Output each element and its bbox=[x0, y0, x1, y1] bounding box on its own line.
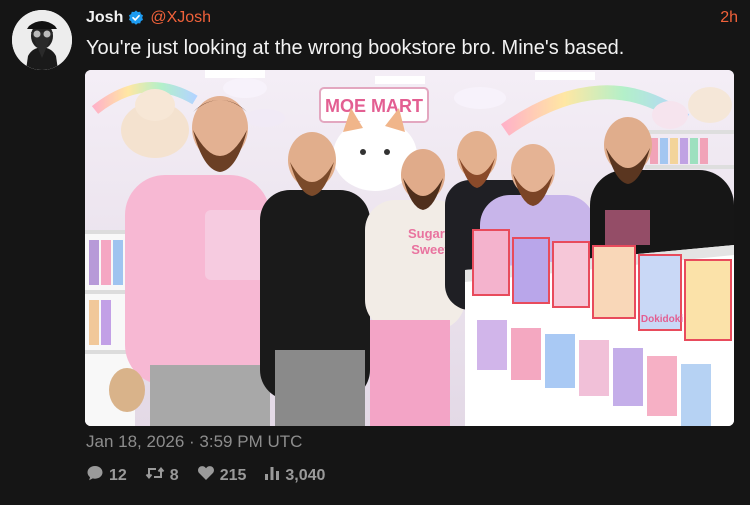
reply-icon bbox=[86, 464, 109, 487]
verified-badge-icon bbox=[128, 10, 144, 26]
like-count: 215 bbox=[219, 466, 247, 484]
avatar[interactable] bbox=[12, 10, 72, 70]
store-sign: MOE MART bbox=[325, 96, 423, 116]
tweet-text: You're just looking at the wrong booksto… bbox=[86, 37, 625, 59]
views-icon bbox=[264, 465, 285, 486]
retweet-stat[interactable]: 8 bbox=[145, 464, 179, 487]
tweet-timestamp[interactable]: Jan 18, 2026 · 3:59 PM UTC bbox=[86, 432, 302, 452]
retweet-count: 8 bbox=[169, 466, 179, 484]
tweet-card: Josh @XJosh 2h You're just looking at th… bbox=[0, 0, 750, 505]
author-name[interactable]: Josh bbox=[86, 9, 123, 27]
author-handle[interactable]: @XJosh bbox=[150, 9, 211, 27]
tweet-time-ago[interactable]: 2h bbox=[720, 9, 738, 27]
heart-icon bbox=[197, 464, 220, 487]
views-count: 3,040 bbox=[285, 466, 326, 484]
hoodie-text-2: Sweet bbox=[411, 242, 449, 257]
reply-stat[interactable]: 12 bbox=[86, 464, 127, 487]
views-stat[interactable]: 3,040 bbox=[264, 465, 325, 486]
retweet-icon bbox=[145, 464, 170, 487]
box-text: Dokidoki bbox=[641, 314, 683, 325]
tweet-stats: 12 8 215 3,040 bbox=[86, 464, 343, 487]
tweet-photo[interactable]: MOE MART Sugary Sweet Dokidoki bbox=[85, 70, 734, 426]
tweet-header: Josh @XJosh 2h bbox=[86, 7, 738, 29]
like-stat[interactable]: 215 bbox=[197, 464, 247, 487]
reply-count: 12 bbox=[109, 466, 127, 484]
